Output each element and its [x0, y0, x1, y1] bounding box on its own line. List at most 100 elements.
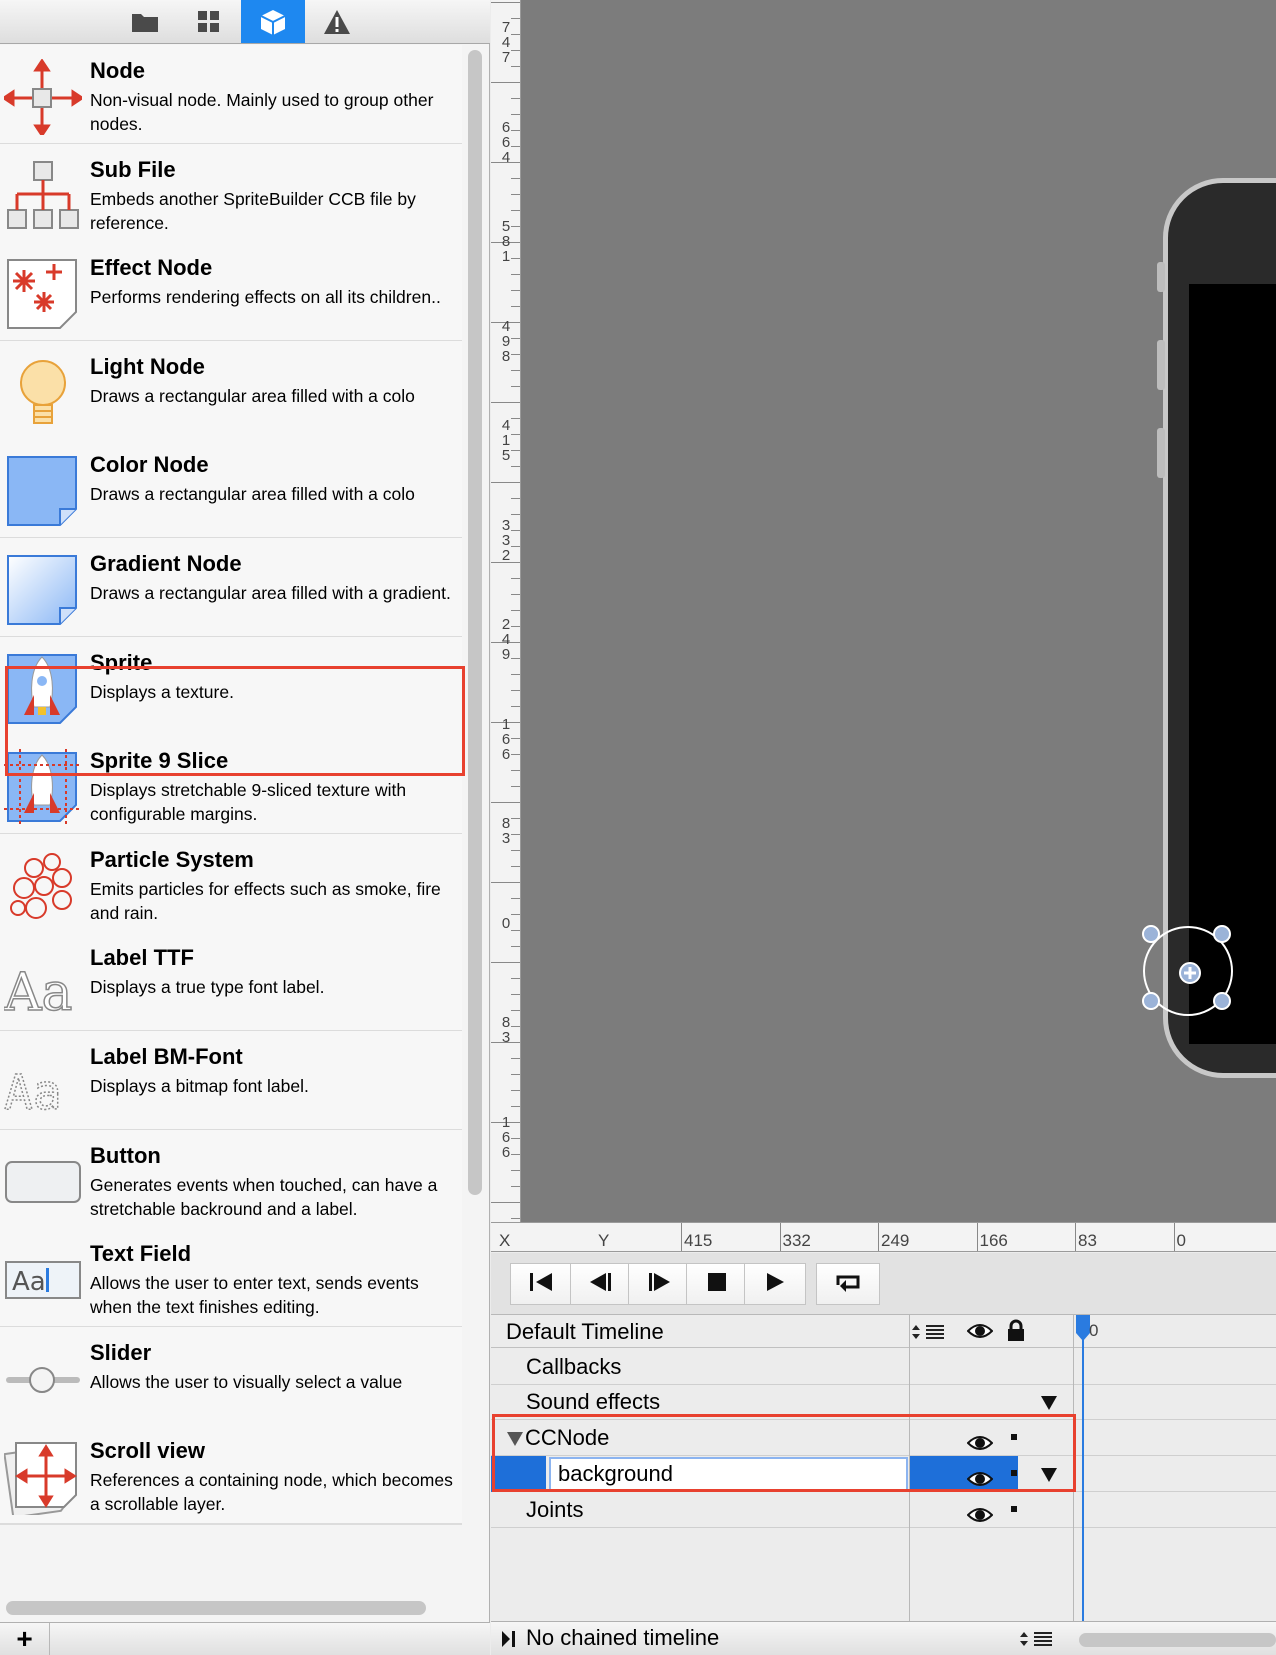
timeline-row-joints[interactable]: Joints: [491, 1492, 1276, 1528]
playhead-line: [1082, 1315, 1084, 1621]
ruler-label: 415: [684, 1231, 713, 1250]
lock-dot-icon[interactable]: [1011, 1434, 1017, 1440]
tab-warnings[interactable]: [305, 0, 369, 43]
particles-icon: [4, 848, 82, 924]
resize-handle[interactable]: [1142, 992, 1160, 1010]
ruler-tick: [511, 210, 520, 211]
ruler-tick: [976, 1223, 978, 1251]
effect-sparkle-icon: [4, 256, 82, 332]
lock-header-icon: [1008, 1319, 1024, 1341]
library-item-description: Non-visual node. Mainly used to group ot…: [90, 90, 434, 134]
disclosure-triangle-icon[interactable]: [507, 1432, 523, 1446]
library-item-sprite-9-slice[interactable]: Sprite 9 Slice Displays stretchable 9-sli…: [0, 735, 462, 836]
ruler-label: 83: [1078, 1231, 1097, 1250]
add-button[interactable]: +: [0, 1623, 50, 1655]
resize-handle[interactable]: [1213, 992, 1231, 1010]
library-item-label-bm-font[interactable]: Aa Label BM-Font Displays a bitmap font la…: [0, 1031, 462, 1131]
library-item-button[interactable]: Button Generates events when touched, can…: [0, 1129, 462, 1230]
timeline-row-ccnode[interactable]: CCNode: [491, 1420, 1276, 1456]
library-item-title: Gradient Node: [90, 551, 242, 576]
ruler-tick: [491, 482, 520, 483]
library-item-light-node[interactable]: Light Node Draws a rectangular area fille…: [0, 340, 462, 441]
spritebuilder-window: Node Non-visual node. Mainly used to grou…: [0, 0, 1276, 1655]
ruler-tick: [511, 498, 520, 499]
visibility-header-icon: [967, 1324, 993, 1338]
library-item-sprite[interactable]: Sprite Displays a texture.: [0, 636, 462, 737]
label-ttf-icon: Aa: [2, 946, 82, 1025]
timeline-row-background[interactable]: background: [491, 1456, 1276, 1492]
library-item-title: Sprite 9 Slice: [90, 748, 229, 774]
ruler-tick: [511, 706, 520, 707]
library-item-gradient-node[interactable]: Gradient Node Draws a rectangular area fi…: [0, 538, 462, 638]
library-item-title: Scroll view: [90, 1438, 205, 1464]
library-item-particle-system[interactable]: Particle System Emits particles for effec…: [0, 833, 462, 934]
chain-menu-icon[interactable]: [1020, 1630, 1054, 1648]
chevron-down-icon[interactable]: [1041, 1396, 1057, 1410]
timeline-row-label: Joints: [526, 1497, 584, 1522]
anchor-point-icon[interactable]: [1178, 961, 1202, 985]
library-item-node[interactable]: Node Non-visual node. Mainly used to grou…: [0, 45, 462, 145]
chain-timeline-icon[interactable]: [501, 1630, 517, 1648]
library-item-text-field[interactable]: Aa Text Field Allows the user to enter tex…: [0, 1228, 462, 1329]
color-page-icon: [4, 453, 82, 529]
timeline-name[interactable]: Default Timeline: [506, 1315, 664, 1348]
step-back-button[interactable]: [570, 1263, 632, 1305]
ruler-tick: [511, 866, 520, 867]
stage-canvas[interactable]: [521, 0, 1276, 1222]
ruler-tick: [511, 946, 520, 947]
resize-handle[interactable]: [1142, 925, 1160, 943]
ruler-tick: [511, 1074, 520, 1075]
ruler-label: 332: [501, 516, 511, 564]
ruler-tick: [511, 386, 520, 387]
loop-icon: [834, 1271, 862, 1298]
chained-timeline-label[interactable]: No chained timeline: [526, 1622, 719, 1654]
gradient-page-icon: [4, 552, 82, 628]
stop-button[interactable]: [686, 1263, 748, 1305]
node-selection-handle[interactable]: [1142, 925, 1233, 1016]
library-item-sub-file[interactable]: Sub File Embeds another SpriteBuilder CCB…: [0, 143, 462, 244]
tab-files[interactable]: [113, 0, 177, 43]
library-horizontal-scrollbar[interactable]: [6, 1601, 426, 1615]
step-forward-icon: [646, 1271, 672, 1298]
lightbulb-icon: [4, 355, 82, 431]
resize-handle[interactable]: [1213, 925, 1231, 943]
library-item-slider[interactable]: Slider Allows the user to visually select…: [0, 1326, 462, 1427]
timeline-row-sound-effects[interactable]: Sound effects: [491, 1384, 1276, 1420]
library-panel: Node Non-visual node. Mainly used to grou…: [0, 0, 490, 1655]
library-vertical-scrollbar[interactable]: [468, 50, 482, 1195]
loop-button[interactable]: [816, 1263, 880, 1305]
library-item-color-node[interactable]: Color Node Draws a rectangular area fille…: [0, 439, 462, 540]
step-forward-button[interactable]: [628, 1263, 690, 1305]
library-item-label-ttf[interactable]: Aa Label TTF Displays a true type font lab…: [0, 932, 462, 1033]
timeline-row-callbacks[interactable]: Callbacks: [491, 1349, 1276, 1385]
tab-node-library[interactable]: [241, 0, 305, 43]
text-field-icon: Aa: [4, 1242, 82, 1318]
ruler-tick: [779, 1223, 781, 1251]
library-item-scroll-view[interactable]: Scroll view References a containing node,…: [0, 1425, 462, 1526]
ruler-label: 166: [501, 715, 511, 763]
lock-dot-icon[interactable]: [1011, 1506, 1017, 1512]
timeline-zoom-scrollbar[interactable]: [1079, 1633, 1276, 1647]
library-item-description: Embeds another SpriteBuilder CCB file by…: [90, 188, 416, 233]
timeline-row-label: Sound effects: [526, 1389, 661, 1414]
ruler-tick: [511, 466, 520, 467]
ruler-label: 664: [501, 118, 511, 166]
ruler-tick: [511, 98, 520, 99]
timeline-menu-icon[interactable]: [912, 1323, 946, 1341]
play-button[interactable]: [744, 1263, 806, 1305]
lock-dot-icon[interactable]: [1011, 1470, 1017, 1476]
chevron-down-icon[interactable]: [1041, 1468, 1057, 1482]
jump-to-start-button[interactable]: [510, 1263, 572, 1305]
ruler-tick: [511, 178, 520, 179]
ruler-tick: [511, 18, 520, 19]
visibility-eye-icon[interactable]: [966, 1500, 994, 1536]
ruler-tick: [511, 770, 520, 771]
ruler-label: 498: [501, 317, 511, 365]
library-item-effect-node[interactable]: Effect Node Performs rendering effects on…: [0, 242, 462, 343]
ruler-label: 83: [501, 1014, 511, 1046]
slider-icon: [4, 1341, 82, 1417]
library-item-description: Draws a rectangular area filled with a c…: [90, 385, 415, 406]
library-item-title: Effect Node: [90, 255, 213, 281]
tab-resources[interactable]: [177, 0, 241, 43]
ruler-tick: [511, 610, 520, 611]
